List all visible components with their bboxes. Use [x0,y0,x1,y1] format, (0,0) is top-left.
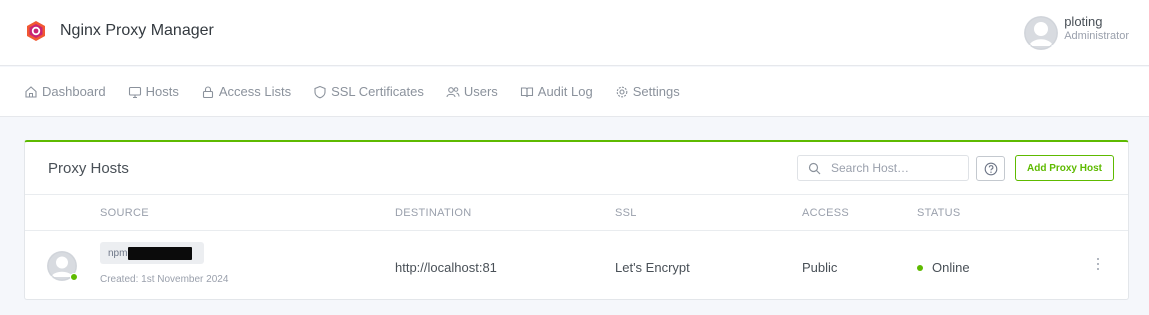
column-header-status[interactable]: STATUS [917,207,961,219]
proxy-hosts-card: Proxy Hosts Add Proxy Host SOURCE DESTIN… [24,140,1129,300]
redaction-block [128,246,193,260]
help-button[interactable] [976,156,1005,181]
top-header: Nginx Proxy Manager ploting Administrato… [0,0,1149,66]
user-name: ploting [1064,14,1103,29]
nav-label: Dashboard [42,84,106,99]
status-text: Online [932,260,970,275]
user-role: Administrator [1064,30,1129,42]
column-header-destination[interactable]: DESTINATION [395,207,471,219]
nav-label: SSL Certificates [331,84,424,99]
access-cell: Public [802,260,838,275]
nginx-proxy-manager-logo [27,21,45,41]
add-proxy-host-button[interactable]: Add Proxy Host [1015,155,1114,181]
nav-label: Access Lists [218,84,292,99]
table-row[interactable]: npm Created: 1st November 2024 http://lo… [25,231,1128,300]
nav-item-users[interactable]: Users [446,84,498,99]
status-dot-icon [917,265,923,271]
nav-item-audit-log[interactable]: Audit Log [520,84,593,99]
ssl-cell: Let's Encrypt [615,260,690,275]
nav-item-dashboard[interactable]: Dashboard [24,84,106,99]
search-box[interactable] [797,155,969,181]
status-cell: Online [917,260,970,275]
gear-icon [615,85,629,99]
users-icon [446,85,460,99]
row-actions-menu-icon[interactable] [1093,256,1103,272]
main-nav: Dashboard Hosts Access Lists SSL Certifi… [0,67,1149,117]
nav-item-hosts[interactable]: Hosts [128,84,179,99]
lock-icon [201,85,215,99]
column-header-source[interactable]: SOURCE [100,207,149,219]
brand[interactable]: Nginx Proxy Manager [25,20,214,42]
nav-label: Users [463,84,498,99]
nav-item-ssl-certificates[interactable]: SSL Certificates [313,84,424,99]
home-icon [24,85,38,99]
destination-cell: http://localhost:81 [395,260,497,275]
user-menu[interactable]: ploting Administrator [1024,14,1129,50]
search-input[interactable] [831,161,961,175]
card-header: Proxy Hosts Add Proxy Host [25,142,1128,195]
domain-name-badge[interactable]: npm [100,242,204,264]
created-date: Created: 1st November 2024 [100,274,229,285]
nav-label: Settings [632,84,680,99]
nav-label: Hosts [145,84,179,99]
column-header-access[interactable]: ACCESS [802,207,849,219]
avatar-icon [1024,16,1059,50]
column-header-ssl[interactable]: SSL [615,207,637,219]
online-indicator [70,273,78,281]
nav-item-settings[interactable]: Settings [615,84,680,99]
shield-icon [313,85,327,99]
card-title: Proxy Hosts [48,160,129,177]
domain-text: npm [108,247,128,259]
nav-item-access-lists[interactable]: Access Lists [201,84,291,99]
book-icon [520,85,534,99]
search-icon [808,162,821,174]
table-header: SOURCE DESTINATION SSL ACCESS STATUS [25,195,1128,231]
help-icon [984,162,997,175]
monitor-icon [128,85,142,99]
nav-label: Audit Log [537,84,593,99]
app-title: Nginx Proxy Manager [60,22,214,39]
